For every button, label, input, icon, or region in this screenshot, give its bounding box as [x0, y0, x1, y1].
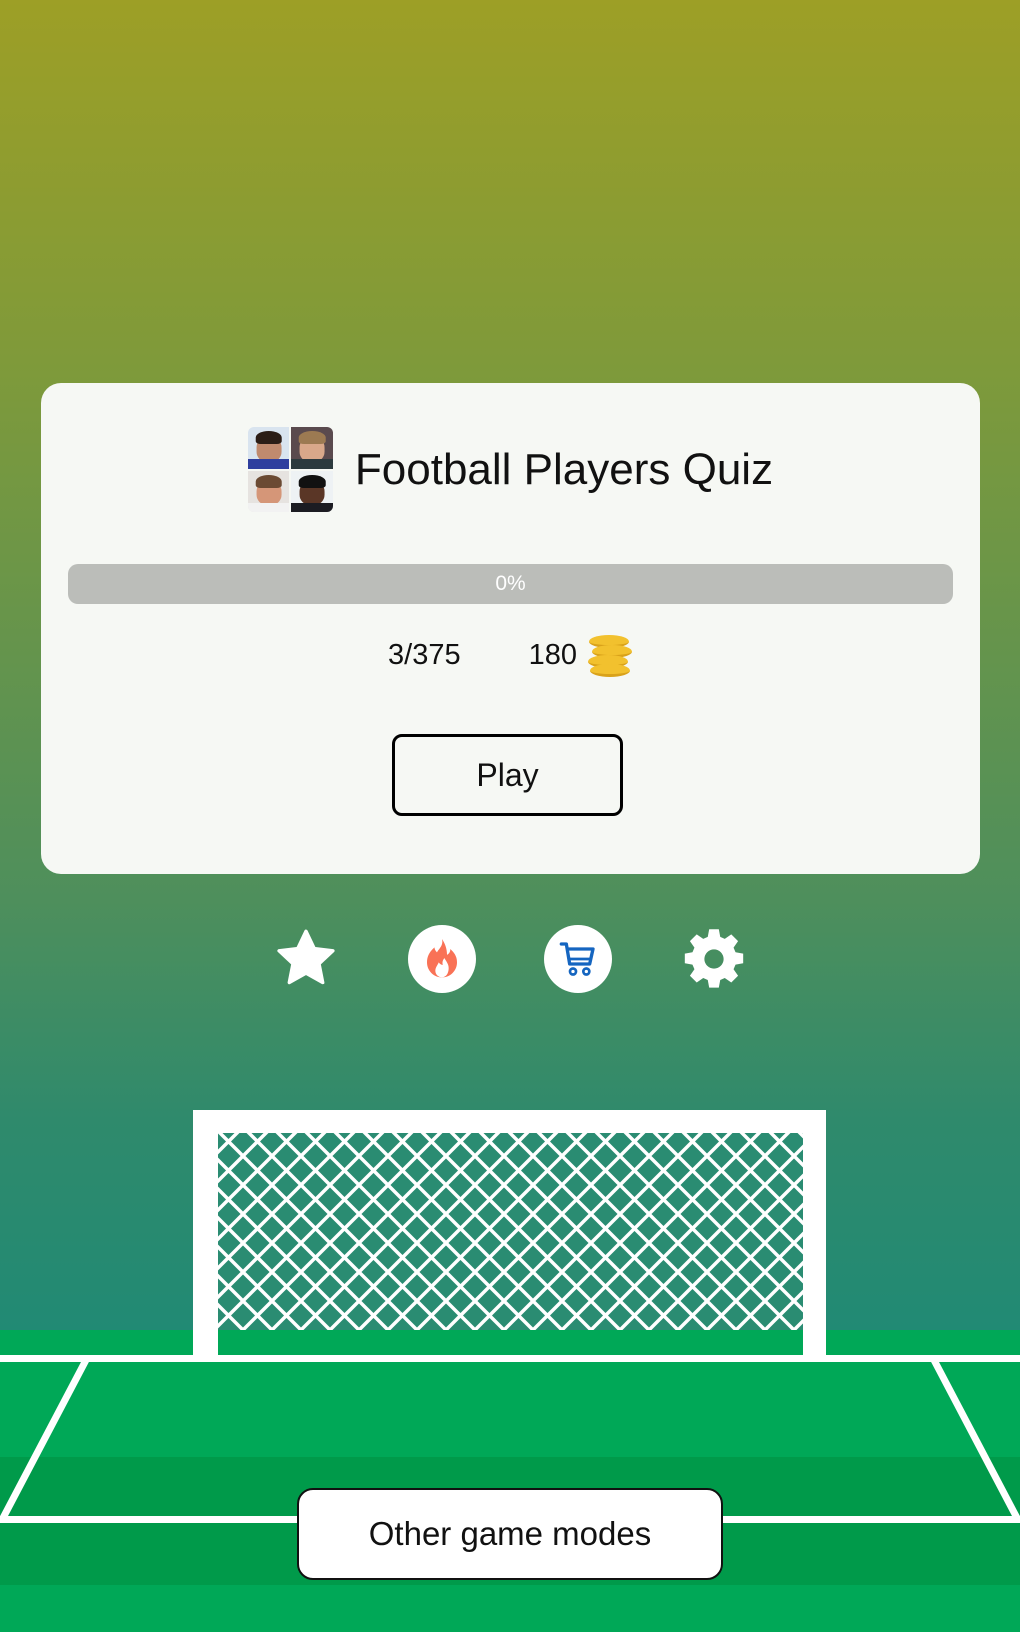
penalty-box-left-line	[0, 1358, 90, 1520]
other-game-modes-button[interactable]: Other game modes	[297, 1488, 723, 1580]
pitch-lines	[0, 1330, 1020, 1523]
penalty-box-right-line	[930, 1358, 1020, 1520]
goal-line	[0, 1355, 1020, 1362]
